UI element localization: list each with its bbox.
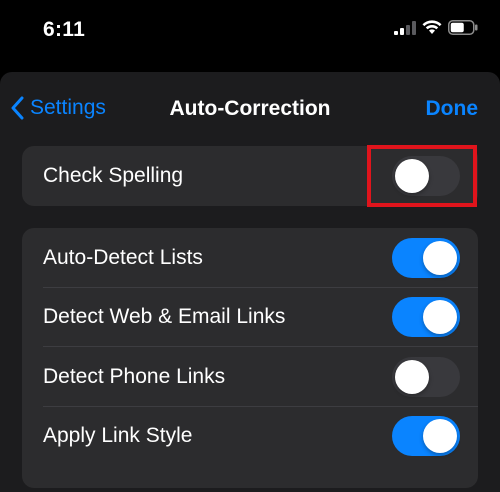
spelling-group: Check Spelling [22, 146, 478, 206]
settings-sheet: Settings Auto-Correction Done Check Spel… [0, 72, 500, 492]
detect-phone-links-label: Detect Phone Links [43, 364, 226, 388]
apply-link-style-label: Apply Link Style [43, 424, 193, 448]
detect-web-email-links-row: Detect Web & Email Links [22, 288, 478, 348]
detect-phone-links-toggle[interactable] [392, 356, 460, 397]
done-button[interactable]: Done [426, 97, 479, 121]
toggle-knob [423, 240, 457, 275]
toggle-knob [395, 359, 429, 394]
apply-link-style-toggle[interactable] [392, 416, 460, 457]
detect-web-email-links-toggle[interactable] [392, 297, 460, 338]
toggle-knob [423, 300, 457, 335]
check-spelling-toggle[interactable] [392, 155, 460, 196]
check-spelling-label: Check Spelling [43, 163, 184, 187]
apply-link-style-row: Apply Link Style [22, 407, 478, 467]
detect-phone-links-row: Detect Phone Links [22, 347, 478, 407]
check-spelling-row: Check Spelling [22, 146, 478, 206]
auto-detect-lists-row: Auto-Detect Lists [22, 228, 478, 288]
toggle-knob [423, 419, 457, 454]
battery-icon [448, 20, 478, 35]
detect-web-email-links-label: Detect Web & Email Links [43, 305, 286, 329]
detection-group: Auto-Detect Lists Detect Web & Email Lin… [22, 228, 478, 488]
cellular-signal-icon [394, 20, 416, 35]
auto-detect-lists-toggle[interactable] [392, 237, 460, 278]
status-icons [394, 20, 478, 35]
wifi-icon [422, 20, 442, 34]
auto-detect-lists-label: Auto-Detect Lists [43, 245, 203, 269]
nav-bar: Settings Auto-Correction Done [0, 72, 500, 146]
status-bar: 6:11 [0, 0, 500, 62]
toggle-knob [395, 158, 429, 193]
status-time: 6:11 [43, 18, 86, 41]
